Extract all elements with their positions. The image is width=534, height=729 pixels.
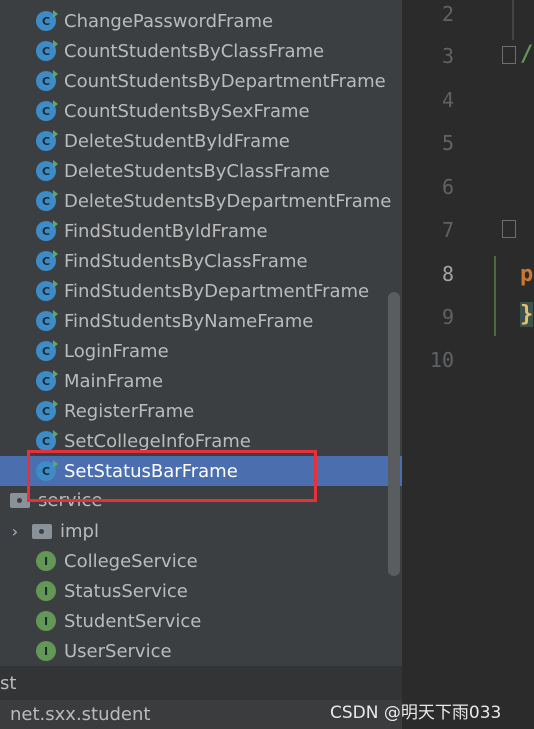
class-icon: C (36, 250, 58, 271)
tree-item-label: RegisterFrame (64, 400, 195, 422)
indent-guide (512, 0, 514, 40)
class-icon: C (36, 130, 58, 151)
line-number: 3 (441, 44, 454, 68)
tree-item-label: CountStudentsByDepartmentFrame (64, 70, 386, 92)
class-icon: C (36, 370, 58, 391)
class-icon: C (36, 40, 58, 61)
chevron-right-icon[interactable]: › (8, 522, 22, 541)
tree-item-class-selected[interactable]: C SetStatusBarFrame (0, 456, 402, 486)
tree-item-class[interactable]: C CountStudentsBySexFrame (0, 96, 402, 126)
tree-item-label: MainFrame (64, 370, 164, 392)
tree-item-class[interactable]: C FindStudentByIdFrame (0, 216, 402, 246)
tree-item-interface[interactable]: I UserService (0, 636, 402, 666)
tree-item-label: FindStudentsByNameFrame (64, 310, 314, 332)
tree-item-label: StatusService (64, 580, 188, 602)
tree-item-label: StudentService (64, 610, 202, 632)
fold-start-icon[interactable] (502, 220, 516, 238)
tree-item-class[interactable]: C DeleteStudentByIdFrame (0, 126, 402, 156)
line-number: 6 (441, 175, 454, 199)
tree-item-class[interactable]: C FindStudentsByNameFrame (0, 306, 402, 336)
tree-item-class[interactable]: C FindStudentsByClassFrame (0, 246, 402, 276)
class-icon: C (36, 460, 58, 481)
line-number: 9 (441, 305, 454, 329)
tree-item-class[interactable]: C LoginFrame (0, 336, 402, 366)
tree-item-label: st (0, 672, 17, 694)
line-number: 5 (441, 131, 454, 155)
line-number-current: 8 (441, 262, 454, 286)
tree-item-interface[interactable]: I CollegeService (0, 546, 402, 576)
tree-item-label: DeleteStudentsByDepartmentFrame (64, 190, 392, 212)
code-line-8: p (520, 262, 534, 287)
interface-icon: I (36, 611, 56, 631)
class-icon: C (36, 220, 58, 241)
vertical-scrollbar[interactable] (388, 292, 400, 576)
class-icon: C (36, 70, 58, 91)
tree-item-interface[interactable]: I StudentService (0, 606, 402, 636)
class-icon: C (36, 280, 58, 301)
tree-item-label: FindStudentsByDepartmentFrame (64, 280, 370, 302)
tree-item-label: SetCollegeInfoFrame (64, 430, 251, 452)
watermark: CSDN @明天下雨033 (330, 703, 502, 723)
tree-item-label: DeleteStudentByIdFrame (64, 130, 290, 152)
tree-item-label: impl (60, 520, 99, 542)
tree-item-label: UserService (64, 640, 172, 662)
tree-item-test[interactable]: st (0, 666, 402, 700)
class-icon: C (36, 430, 58, 451)
package-folder-icon (32, 523, 52, 539)
tree-item-label: LoginFrame (64, 340, 169, 362)
package-folder-icon (10, 492, 30, 508)
tree-item-class[interactable]: C DeleteStudentsByClassFrame (0, 156, 402, 186)
tree-item-class[interactable]: C CountStudentsByDepartmentFrame (0, 66, 402, 96)
tree-item-class[interactable]: C RegisterFrame (0, 396, 402, 426)
interface-icon: I (36, 641, 56, 661)
tree-item-label: FindStudentByIdFrame (64, 220, 268, 242)
class-icon: C (36, 340, 58, 361)
class-icon: C (36, 160, 58, 181)
tree-item-label: DeleteStudentsByClassFrame (64, 160, 330, 182)
interface-icon: I (36, 581, 56, 601)
tree-item-label: service (38, 489, 103, 511)
class-icon: C (36, 100, 58, 121)
tree-item-class[interactable]: C CountStudentsByClassFrame (0, 36, 402, 66)
tree-item-label: CollegeService (64, 550, 198, 572)
project-tree-panel: C ChangePasswordFrame C CountStudentsByC… (0, 0, 402, 729)
tree-item-class[interactable]: C DeleteStudentsByDepartmentFrame (0, 186, 402, 216)
tree-item-class[interactable]: C MainFrame (0, 366, 402, 396)
tree-item-label: net.sxx.student (10, 704, 151, 725)
code-editor[interactable]: 2 3 4 5 6 7 8 9 10 / p } (402, 0, 534, 729)
line-number: 7 (441, 218, 454, 242)
class-icon: C (36, 10, 58, 31)
tree-item-class[interactable]: C ChangePasswordFrame (0, 6, 402, 36)
interface-icon: I (36, 551, 56, 571)
tree-item-class[interactable]: C FindStudentsByDepartmentFrame (0, 276, 402, 306)
code-line-9: } (520, 302, 534, 327)
tree-item-label: CountStudentsByClassFrame (64, 40, 325, 62)
tree-item-interface[interactable]: I StatusService (0, 576, 402, 606)
class-icon: C (36, 400, 58, 421)
code-line-3: / (520, 42, 534, 67)
class-icon: C (36, 310, 58, 331)
tree-item-package-service[interactable]: service (0, 487, 402, 513)
line-number: 10 (429, 348, 454, 372)
class-icon: C (36, 190, 58, 211)
tree-item-package-impl[interactable]: › impl (0, 516, 402, 546)
tree-item-class[interactable]: C SetCollegeInfoFrame (0, 426, 402, 456)
tree-item-label: ChangePasswordFrame (64, 10, 274, 32)
tree-item-label: SetStatusBarFrame (64, 460, 238, 482)
line-number: 2 (441, 2, 454, 26)
change-marker (494, 256, 496, 336)
line-number: 4 (441, 88, 454, 112)
fold-end-icon[interactable] (502, 46, 516, 64)
tree-item-label: FindStudentsByClassFrame (64, 250, 308, 272)
tree-item-label: CountStudentsBySexFrame (64, 100, 310, 122)
